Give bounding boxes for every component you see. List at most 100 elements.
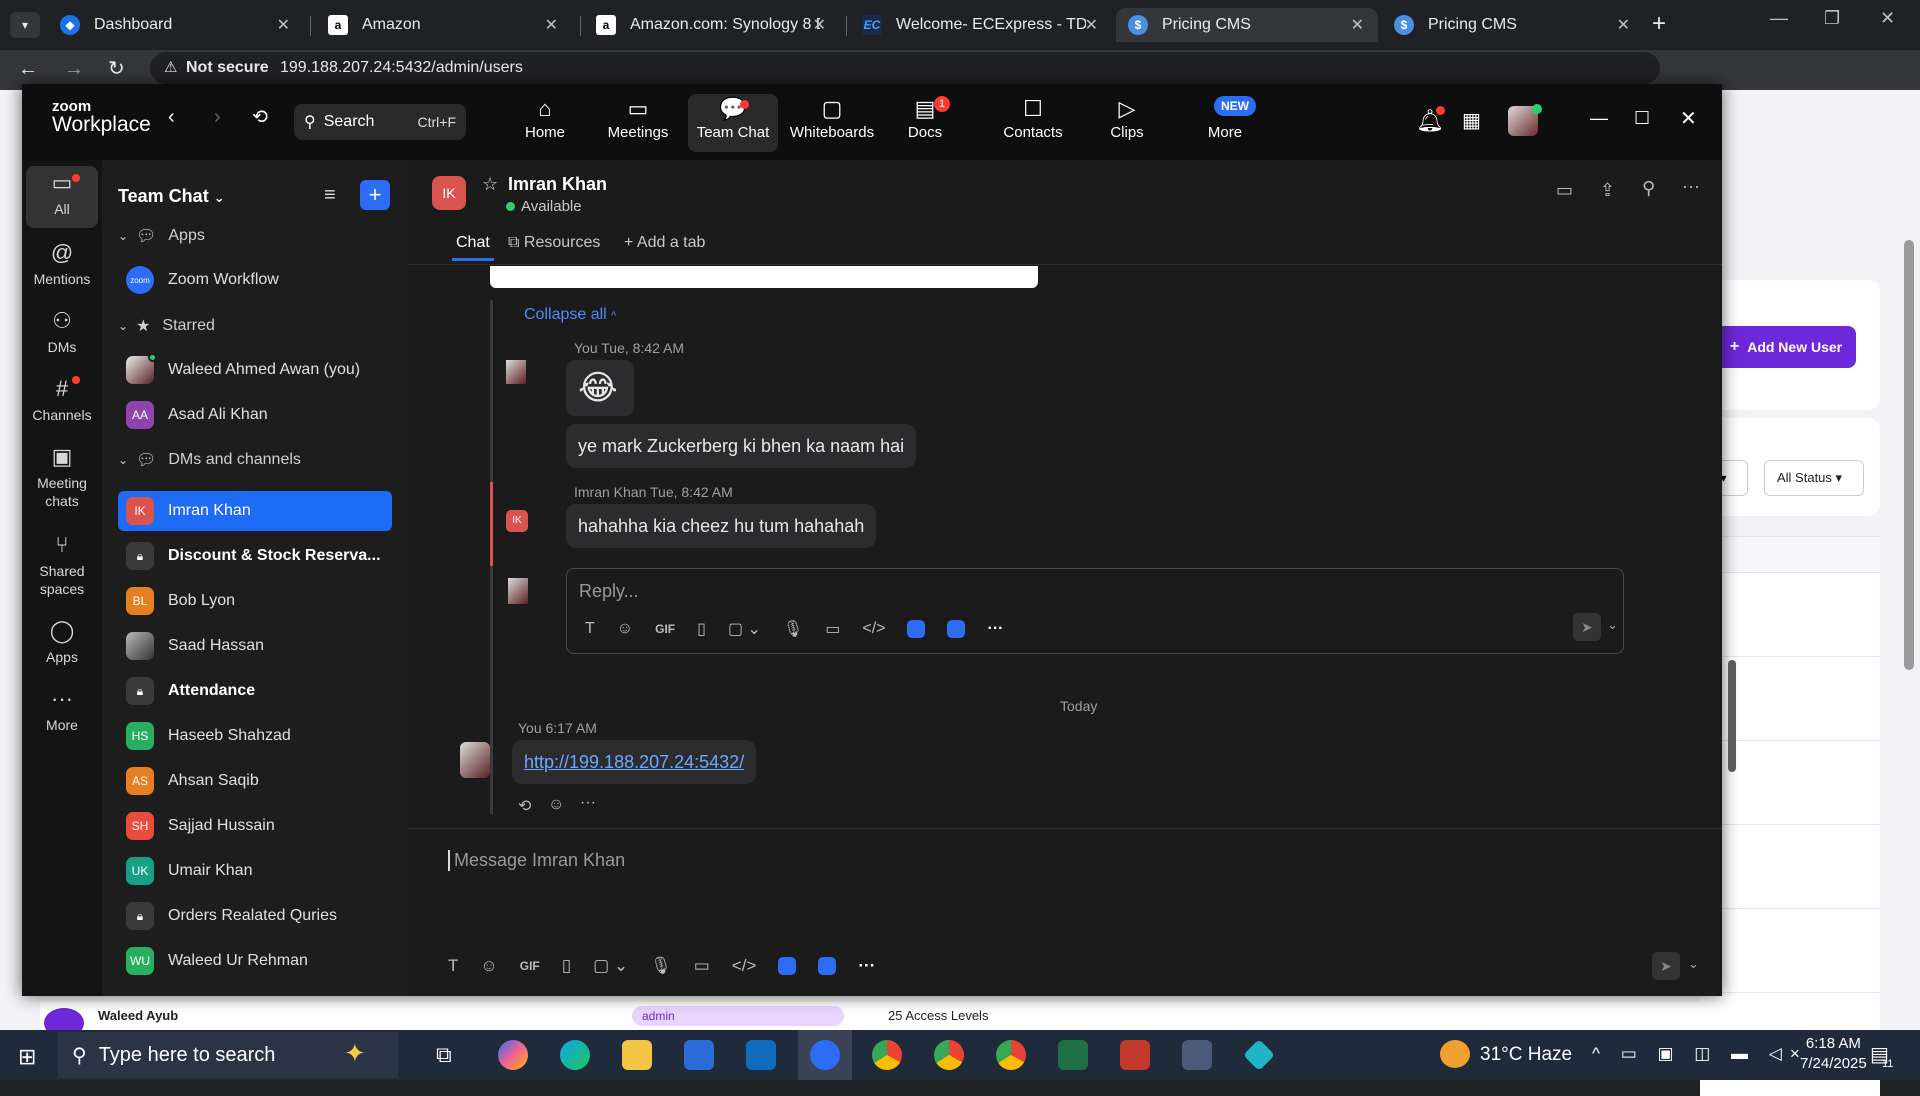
add-reaction-icon[interactable]: ☺ [548, 796, 564, 814]
browser-tab-ecexpress[interactable]: EC Welcome- ECExpress - TD S ✕ [850, 8, 1112, 42]
section-apps[interactable]: ⌄ 💬︎ Apps [118, 216, 392, 256]
emoji-message[interactable]: 😂 [566, 360, 634, 416]
app-icon[interactable] [818, 957, 837, 975]
message-link[interactable]: http://199.188.207.24:5432/ [524, 752, 744, 773]
chrome-icon[interactable] [872, 1040, 902, 1070]
add-tab[interactable]: + Add a tab [624, 234, 705, 252]
microphone-icon[interactable]: 🎙︎ [650, 956, 672, 976]
nav-team-chat[interactable]: 💬 Team Chat [688, 94, 778, 152]
calendar-icon[interactable]: ▦ [1462, 108, 1481, 133]
rail-dms[interactable]: ⚇ DMs [26, 304, 98, 356]
close-window-icon[interactable]: ✕ [1880, 8, 1895, 29]
nav-home[interactable]: ⌂ Home [500, 94, 590, 152]
sidebar-item-saad-hassan[interactable]: Saad Hassan [118, 626, 392, 666]
search-input[interactable]: ⚲ Search Ctrl+F [294, 104, 466, 140]
store-icon[interactable] [684, 1040, 714, 1070]
gif-icon[interactable]: GIF [520, 959, 540, 973]
chevron-down-icon[interactable]: ⌄ [1688, 956, 1699, 972]
rail-meeting-chats[interactable]: ▣ Meeting chats [26, 440, 98, 510]
app-icon[interactable] [778, 957, 797, 975]
more-options-icon[interactable]: ··· [1682, 176, 1700, 197]
rail-mentions[interactable]: @ Mentions [26, 236, 98, 288]
app-icon[interactable] [947, 620, 966, 638]
reload-icon[interactable]: ↻ [108, 56, 125, 81]
more-icon[interactable]: ··· [858, 956, 875, 976]
screenshot-icon[interactable]: ▢ ⌄ [593, 956, 628, 976]
nav-more[interactable]: ···More NEW [1180, 94, 1270, 152]
nav-meetings[interactable]: ▭ Meetings [593, 94, 683, 152]
start-icon[interactable]: ⊞ [18, 1044, 36, 1070]
filezilla-icon[interactable] [1120, 1040, 1150, 1070]
text-format-icon[interactable]: T [448, 956, 458, 976]
chevron-down-icon[interactable]: ⌄ [1607, 617, 1618, 633]
close-icon[interactable]: ✕ [1617, 15, 1630, 35]
share-screen-icon[interactable]: ⇪ [1600, 180, 1615, 201]
more-actions-icon[interactable]: ··· [580, 794, 596, 812]
calculator-icon[interactable] [1182, 1040, 1212, 1070]
screenshot-icon[interactable]: ▢ ⌄ [728, 619, 761, 639]
sidebar-item-zoom-workflow[interactable]: zoom Zoom Workflow [118, 260, 392, 300]
sidebar-item-bob-lyon[interactable]: BL Bob Lyon [118, 581, 392, 621]
rail-apps[interactable]: ◯ Apps [26, 614, 98, 666]
sidebar-item-orders-related[interactable]: 🔒︎ Orders Realated Quries [118, 896, 392, 936]
rail-all[interactable]: ▭ All [26, 166, 98, 228]
new-chat-button[interactable]: + [360, 180, 390, 210]
star-icon[interactable]: ☆ [482, 174, 498, 195]
emoji-icon[interactable]: ☺ [617, 620, 633, 638]
nav-contacts[interactable]: ☐ Contacts [988, 94, 1078, 152]
video-message-icon[interactable]: ▭ [694, 956, 710, 976]
chrome-icon[interactable] [996, 1040, 1026, 1070]
task-view-icon[interactable]: ⧉ [436, 1042, 452, 1068]
close-icon[interactable]: ✕ [277, 15, 290, 35]
browser-tab-pricing-cms[interactable]: $ Pricing CMS ✕ [1382, 8, 1644, 42]
code-icon[interactable]: </> [862, 620, 885, 638]
code-icon[interactable]: </> [732, 956, 757, 976]
sidebar-item-haseeb-shahzad[interactable]: HS Haseeb Shahzad [118, 716, 392, 756]
text-format-icon[interactable]: T [585, 620, 595, 638]
sidebar-item-imran-khan[interactable]: IK Imran Khan [118, 491, 392, 531]
excel-icon[interactable] [1058, 1040, 1088, 1070]
close-icon[interactable]: ✕ [813, 15, 826, 35]
tab-resources[interactable]: ⧉ Resources [508, 234, 600, 252]
close-icon[interactable]: ✕ [1085, 15, 1098, 35]
system-tray[interactable]: ^ ▭ ▣ ◫ ▬ ◁× [1592, 1044, 1808, 1064]
clock[interactable]: 6:18 AM 7/24/2025 [1800, 1034, 1867, 1074]
sidebar-item-attendance[interactable]: 🔒︎ Attendance [118, 671, 392, 711]
page-scrollbar[interactable] [1904, 240, 1914, 670]
new-tab-icon[interactable]: + [1652, 10, 1666, 38]
text-message[interactable]: hahahha kia cheez hu tum hahahah [566, 504, 877, 548]
copilot-icon[interactable] [498, 1040, 528, 1070]
send-icon[interactable]: ➤ [1573, 613, 1601, 641]
reply-input[interactable]: Reply... [579, 581, 639, 602]
forward-icon[interactable]: → [64, 58, 84, 81]
section-starred[interactable]: ⌄ ★ Starred [118, 306, 392, 346]
chrome-icon[interactable] [934, 1040, 964, 1070]
address-bar[interactable]: ⚠ Not secure 199.188.207.24:5432/admin/u… [150, 52, 1660, 84]
weather-text[interactable]: 31°C Haze [1480, 1044, 1572, 1066]
forward-icon[interactable]: › [214, 106, 221, 129]
sidebar-item-discount-stock[interactable]: 🔒︎ Discount & Stock Reserva... [118, 536, 392, 576]
copilot-sparkle-icon[interactable]: ✦ [344, 1038, 366, 1069]
app-icon[interactable] [1243, 1039, 1275, 1071]
video-message-icon[interactable]: ▭ [825, 619, 840, 639]
nav-docs[interactable]: ▤ Docs 1 [880, 94, 970, 152]
file-icon[interactable]: ▯ [562, 956, 571, 976]
reply-in-thread-icon[interactable]: ⟲ [518, 796, 531, 816]
chat-scrollbar[interactable] [1730, 780, 1738, 890]
composer-input[interactable]: Message Imran Khan [448, 850, 625, 871]
app-icon[interactable] [907, 620, 926, 638]
rail-channels[interactable]: # Channels [26, 372, 98, 424]
back-icon[interactable]: ‹ [168, 106, 175, 129]
close-icon[interactable]: ✕ [1351, 15, 1364, 35]
nav-clips[interactable]: ▷ Clips [1082, 94, 1172, 152]
sidebar-item-asad-ali-khan[interactable]: AA Asad Ali Khan [118, 395, 392, 435]
tab-chat[interactable]: Chat [456, 234, 490, 252]
filter-icon[interactable]: ≡ [324, 184, 336, 207]
more-icon[interactable]: ··· [987, 620, 1003, 638]
chat-scrollbar-thumb[interactable] [1728, 660, 1736, 772]
outlook-icon[interactable] [746, 1040, 776, 1070]
status-select[interactable]: All Status ▾ [1764, 460, 1864, 496]
browser-tab-dashboard[interactable]: ◆ Dashboard ✕ [48, 8, 304, 42]
gif-icon[interactable]: GIF [655, 622, 675, 636]
rail-more[interactable]: ··· More [26, 682, 98, 734]
